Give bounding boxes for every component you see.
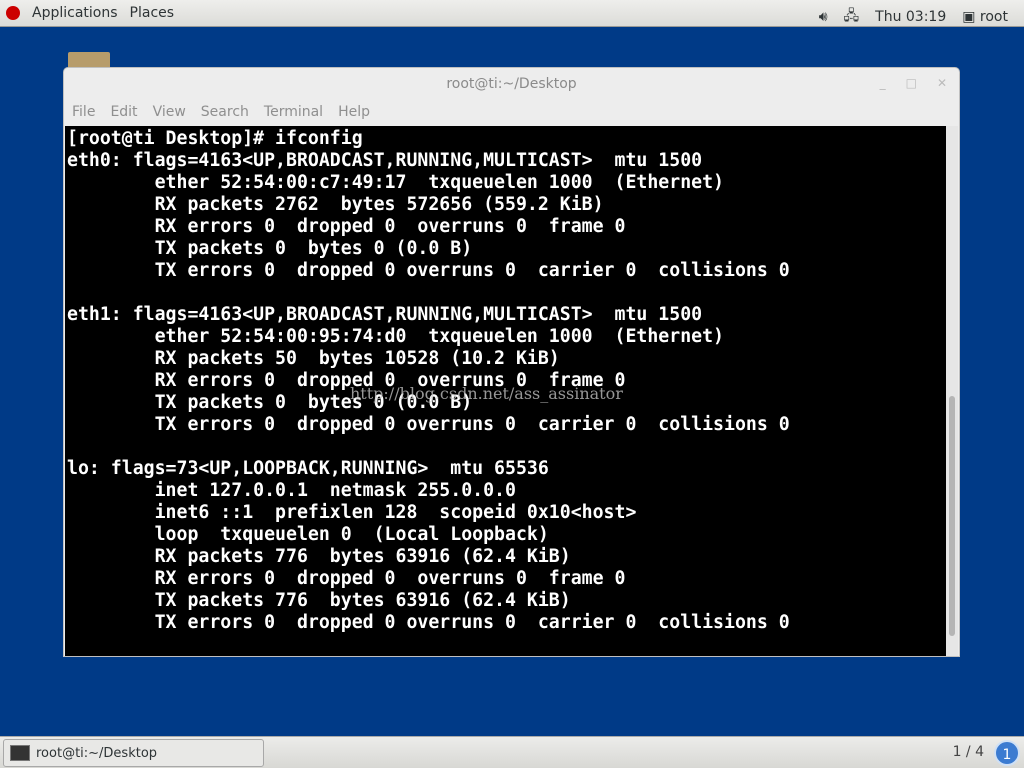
window-title: root@ti:~/Desktop [446, 76, 577, 92]
menu-help[interactable]: Help [338, 104, 370, 120]
menu-terminal[interactable]: Terminal [264, 104, 323, 120]
close-button[interactable]: ✕ [937, 76, 947, 90]
taskbar-item-label: root@ti:~/Desktop [36, 745, 158, 761]
terminal-icon [10, 745, 30, 761]
top-panel: Applications Places 🔊︎ 🖧 Thu 03:19 ▣ roo… [0, 0, 1024, 27]
workspace-pager[interactable]: 1 / 4 [953, 744, 984, 760]
menu-view[interactable]: View [153, 104, 186, 120]
terminal-window: root@ti:~/Desktop _ □ ✕ File Edit View S… [63, 67, 960, 657]
watermark: http://blog.csdn.net/ass_assinator [350, 384, 623, 403]
clock[interactable]: Thu 03:19 [875, 9, 946, 25]
network-icon[interactable]: 🖧 [844, 5, 860, 29]
user-menu[interactable]: ▣ root [962, 9, 1008, 25]
volume-icon[interactable]: 🔊︎ [819, 9, 828, 25]
taskbar-item-terminal[interactable]: root@ti:~/Desktop [3, 739, 264, 767]
maximize-button[interactable]: □ [906, 76, 917, 90]
places-menu[interactable]: Places [130, 5, 175, 21]
menu-file[interactable]: File [72, 104, 95, 120]
redhat-logo-icon [6, 6, 20, 20]
scrollbar[interactable] [946, 126, 958, 656]
terminal-text: [root@ti Desktop]# ifconfig eth0: flags=… [67, 128, 790, 633]
user-name: root [979, 9, 1008, 25]
applications-menu[interactable]: Applications [32, 5, 118, 21]
menu-bar: File Edit View Search Terminal Help [72, 104, 370, 120]
menu-edit[interactable]: Edit [110, 104, 137, 120]
power-icon: ▣ [962, 9, 976, 25]
workspace-indicator[interactable]: 1 [994, 740, 1020, 766]
scrollbar-thumb[interactable] [949, 396, 955, 636]
bottom-panel: root@ti:~/Desktop 1 / 4 1 [0, 736, 1024, 768]
menu-search[interactable]: Search [201, 104, 249, 120]
minimize-button[interactable]: _ [880, 76, 886, 90]
